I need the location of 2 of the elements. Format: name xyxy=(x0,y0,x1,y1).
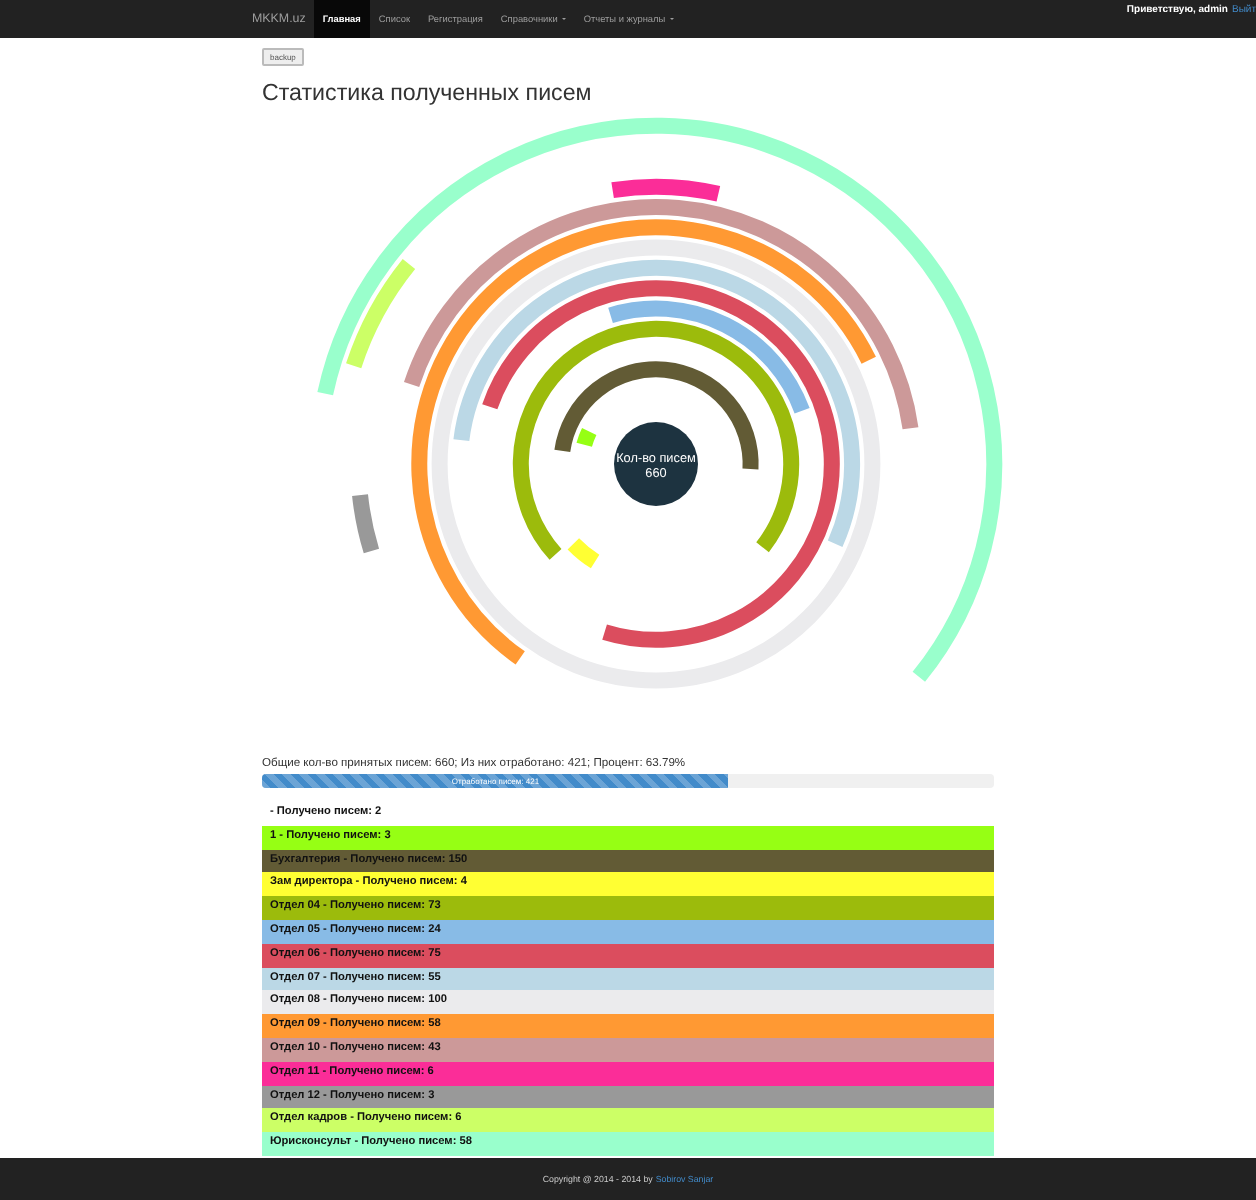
center-disc xyxy=(614,422,698,506)
page-title: Статистика полученных писем xyxy=(262,80,594,108)
